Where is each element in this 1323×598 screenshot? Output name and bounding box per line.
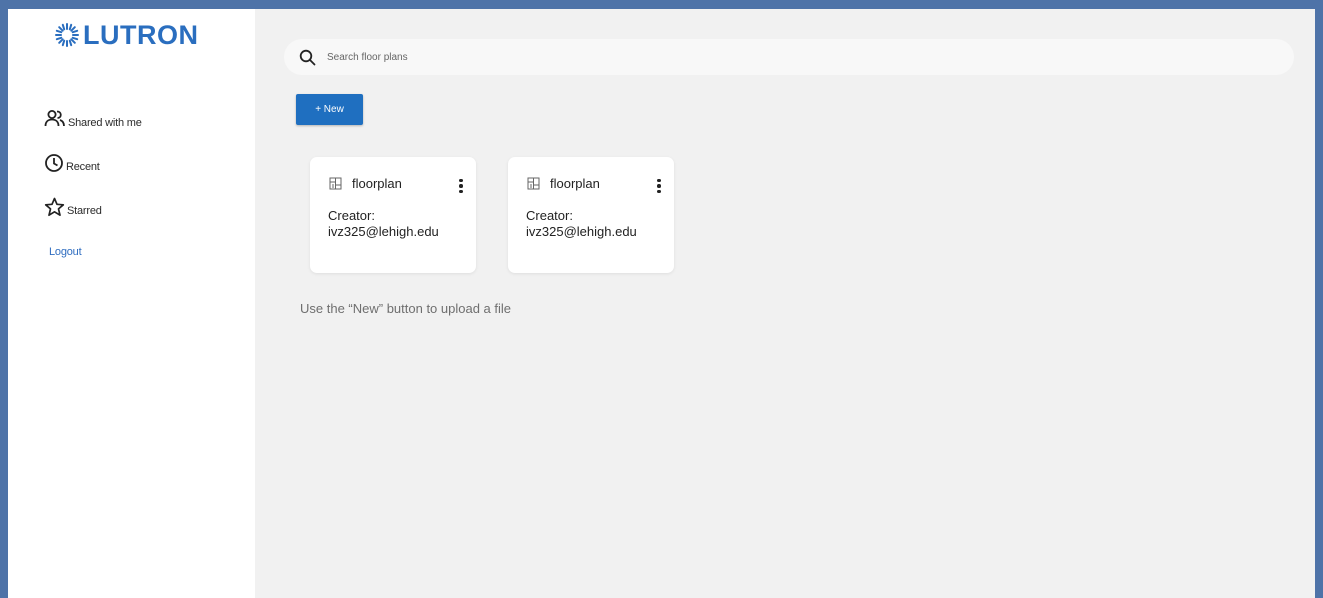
card-creator: Creator: ivz325@lehigh.edu	[526, 208, 637, 240]
creator-email: ivz325@lehigh.edu	[328, 224, 439, 239]
creator-label: Creator:	[328, 208, 375, 223]
sidebar-item-shared-with-me[interactable]: Shared with me	[44, 109, 142, 129]
sidebar-item-starred[interactable]: Starred	[44, 197, 102, 217]
search-bar[interactable]	[284, 39, 1294, 75]
card-title: floorplan	[352, 176, 402, 191]
floorplan-icon	[527, 177, 540, 190]
star-icon	[44, 197, 65, 217]
app-window: LUTRON Shared with me Recent Starred Log…	[8, 9, 1315, 598]
new-button[interactable]: + New	[296, 94, 363, 125]
sidebar-item-label: Recent	[66, 161, 100, 173]
upload-hint: Use the “New” button to upload a file	[300, 301, 512, 316]
creator-email: ivz325@lehigh.edu	[526, 224, 637, 239]
card-header: floorplan	[527, 176, 600, 191]
sidebar: LUTRON Shared with me Recent Starred Log…	[8, 9, 255, 598]
sidebar-item-label: Starred	[67, 205, 102, 217]
floorplan-icon	[329, 177, 342, 190]
lutron-sunburst-icon	[55, 23, 79, 47]
users-icon	[44, 110, 65, 127]
card-title: floorplan	[550, 176, 600, 191]
floorplan-card[interactable]: floorplan Creator: ivz325@lehigh.edu	[508, 157, 674, 273]
more-options-icon[interactable]	[654, 176, 664, 196]
lutron-logo: LUTRON	[54, 20, 198, 50]
clock-icon	[45, 154, 63, 172]
sidebar-item-recent[interactable]: Recent	[44, 153, 100, 173]
search-icon	[299, 49, 316, 65]
search-input[interactable]	[325, 50, 1229, 64]
creator-label: Creator:	[526, 208, 573, 223]
more-options-icon[interactable]	[456, 176, 466, 196]
card-header: floorplan	[329, 176, 402, 191]
logo-text: LUTRON	[83, 19, 199, 50]
card-creator: Creator: ivz325@lehigh.edu	[328, 208, 439, 240]
floorplan-card[interactable]: floorplan Creator: ivz325@lehigh.edu	[310, 157, 476, 273]
logout-link[interactable]: Logout	[49, 246, 82, 258]
sidebar-item-label: Shared with me	[68, 117, 142, 129]
